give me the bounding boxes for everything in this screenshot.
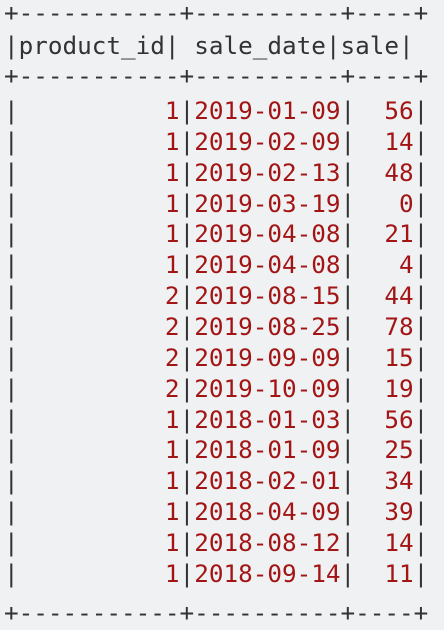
- table-row: | 2|2019-08-25| 78|: [4, 312, 429, 341]
- table-cell: 1: [164, 157, 180, 187]
- table-cell: 19: [384, 373, 414, 403]
- table-cell: 2019-10-09: [194, 373, 341, 403]
- table-cell: 56: [384, 404, 414, 434]
- table-row: | 1|2018-04-09| 39|: [4, 497, 429, 527]
- table-row: | 1|2018-02-01| 34|: [4, 466, 429, 496]
- table-cell: 21: [384, 219, 414, 249]
- column-header-product-id: product_id: [18, 31, 165, 60]
- table-cell: 2019-01-09: [194, 96, 341, 125]
- table-cell: 2: [164, 281, 180, 311]
- table-cell: 1: [164, 466, 180, 496]
- table-cell: 2019-04-08: [194, 250, 341, 280]
- table-cell: 1: [164, 250, 180, 280]
- table-cell: 2018-09-14: [194, 558, 341, 588]
- table-cell: 2019-04-08: [194, 219, 341, 249]
- table-cell: 1: [164, 219, 180, 249]
- table-row: | 1|2019-04-08| 21|: [4, 219, 429, 249]
- table-cell: 2: [164, 342, 180, 372]
- table-cell: 2018-04-09: [194, 497, 341, 527]
- table-cell: 1: [164, 558, 180, 588]
- table-border-top: +-----------+----------+----+: [4, 0, 429, 27]
- table-cell: 14: [384, 527, 414, 557]
- table-row: | 2|2019-10-09| 19|: [4, 373, 429, 403]
- table-row: | 1|2019-01-09| 56|: [4, 96, 429, 125]
- table-cell: 1: [164, 126, 180, 156]
- table-cell: 0: [399, 188, 414, 218]
- table-cell: 39: [384, 497, 414, 527]
- table-row: | 1|2018-01-03| 56|: [4, 404, 429, 434]
- table-cell: 2018-08-12: [194, 527, 341, 557]
- table-cell: 1: [164, 435, 180, 465]
- table-row: | 1|2019-02-13| 48|: [4, 157, 429, 187]
- table-cell: 11: [384, 558, 414, 588]
- column-header-sale-date: sale_date: [194, 31, 326, 60]
- table-border-bottom: +-----------+----------+----+: [4, 598, 429, 627]
- table-cell: 1: [164, 96, 180, 125]
- table-cell: 2019-08-25: [194, 312, 341, 341]
- table-row: | 2|2019-08-15| 44|: [4, 281, 429, 311]
- table-cell: 1: [164, 527, 180, 557]
- table-border-header: +-----------+----------+----+: [4, 61, 429, 90]
- table-row: | 1|2018-08-12| 14|: [4, 527, 429, 557]
- table-cell: 2018-01-09: [194, 435, 341, 465]
- table-cell: 34: [384, 466, 414, 496]
- table-cell: 1: [164, 188, 180, 218]
- table-row: | 1|2018-01-09| 25|: [4, 435, 429, 465]
- table-cell: 15: [384, 342, 414, 372]
- table-cell: 2019-02-09: [194, 126, 341, 156]
- console-output: +-----------+----------+----+ |product_i…: [0, 0, 444, 630]
- table-cell: 1: [164, 497, 180, 527]
- table-cell: 2019-03-19: [194, 188, 341, 218]
- table-cell: 44: [384, 281, 414, 311]
- table-cell: 2018-01-03: [194, 404, 341, 434]
- table-row: | 1|2018-09-14| 11|: [4, 558, 429, 588]
- table-cell: 2: [164, 373, 180, 403]
- table-row: | 1|2019-03-19| 0|: [4, 188, 429, 218]
- table-row: | 1|2019-04-08| 4|: [4, 250, 429, 280]
- table-cell: 78: [384, 312, 414, 341]
- table-cell: 4: [399, 250, 414, 280]
- table-cell: 1: [164, 404, 180, 434]
- table-cell: 25: [384, 435, 414, 465]
- table-row: | 2|2019-09-09| 15|: [4, 342, 429, 372]
- table-cell: 14: [384, 126, 414, 156]
- table-cell: 2019-08-15: [194, 281, 341, 311]
- table-header-row: |product_id| sale_date|sale|: [4, 31, 414, 60]
- table-cell: 2: [164, 312, 180, 341]
- table-cell: 56: [384, 96, 414, 125]
- table-cell: 2019-02-13: [194, 157, 341, 187]
- table-cell: 48: [384, 157, 414, 187]
- table-cell: 2019-09-09: [194, 342, 341, 372]
- table-cell: 2018-02-01: [194, 466, 341, 496]
- column-header-sale: sale: [340, 31, 399, 60]
- table-row: | 1|2019-02-09| 14|: [4, 126, 429, 156]
